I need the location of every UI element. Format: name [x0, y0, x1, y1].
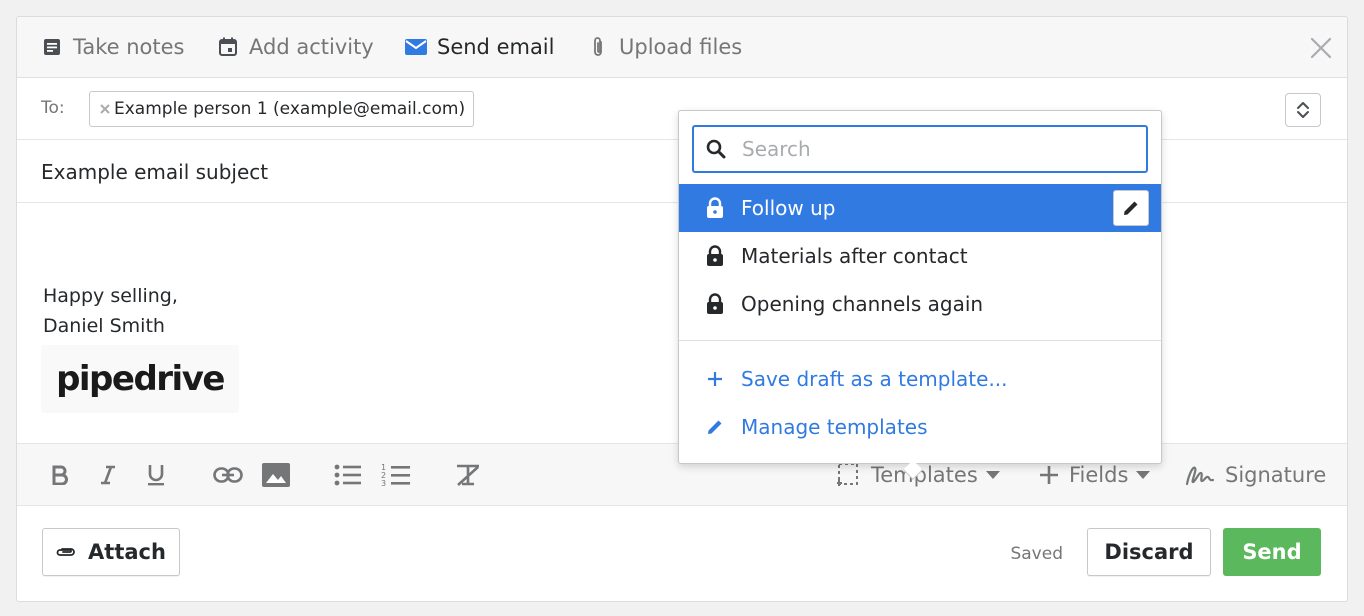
- notes-icon: [41, 36, 63, 58]
- italic-icon[interactable]: [93, 460, 123, 490]
- manage-templates-label: Manage templates: [741, 415, 928, 439]
- save-draft-as-template-link[interactable]: Save draft as a template...: [679, 357, 1161, 401]
- signature-button[interactable]: Signature: [1185, 458, 1326, 492]
- bullet-list-icon[interactable]: [333, 460, 363, 490]
- underline-icon[interactable]: [141, 460, 171, 490]
- templates-icon: [837, 462, 861, 488]
- bold-icon[interactable]: [45, 460, 75, 490]
- tab-label: Upload files: [619, 35, 743, 59]
- signature-line-2: Daniel Smith: [43, 315, 165, 337]
- clear-format-icon[interactable]: [453, 460, 483, 490]
- signature-line-1: Happy selling,: [43, 285, 178, 307]
- lock-icon: [705, 245, 725, 267]
- pipedrive-logo: pipedrive: [41, 345, 239, 413]
- pencil-icon: [705, 418, 725, 436]
- templates-dropdown: Follow up Materials after contact Openin…: [678, 110, 1162, 480]
- template-item-follow-up[interactable]: Follow up: [679, 184, 1161, 232]
- save-draft-label: Save draft as a template...: [741, 367, 1008, 391]
- paperclip-icon: [56, 546, 76, 558]
- discard-label: Discard: [1104, 540, 1194, 564]
- pencil-icon: [1122, 199, 1140, 217]
- templates-label: Templates: [871, 463, 978, 487]
- logo-text: pipedrive: [56, 359, 225, 399]
- edit-template-button[interactable]: [1113, 190, 1149, 226]
- close-icon[interactable]: [1309, 36, 1333, 60]
- fields-label: Fields: [1069, 463, 1129, 487]
- tab-upload-files[interactable]: Upload files: [587, 17, 742, 77]
- recipient-chip[interactable]: Example person 1 (example@email.com): [89, 91, 475, 127]
- plus-icon: [705, 371, 725, 387]
- svg-text:3: 3: [381, 479, 386, 487]
- template-search-input[interactable]: [742, 137, 1122, 161]
- dropdown-divider: [679, 340, 1161, 341]
- template-item-label: Materials after contact: [741, 244, 968, 268]
- template-item-label: Follow up: [741, 196, 836, 220]
- paperclip-icon: [587, 36, 609, 58]
- calendar-icon: [217, 36, 239, 58]
- search-icon: [706, 139, 726, 159]
- send-label: Send: [1242, 540, 1302, 564]
- composer-footer: Attach Saved Discard Send: [17, 506, 1347, 601]
- template-search-box[interactable]: [692, 125, 1148, 173]
- numbered-list-icon[interactable]: 123: [381, 460, 411, 490]
- subject-field[interactable]: Example email subject: [41, 160, 268, 184]
- manage-templates-link[interactable]: Manage templates: [679, 405, 1161, 449]
- chevron-up-down-icon: [1296, 100, 1310, 120]
- plus-icon: [1039, 465, 1059, 485]
- caret-down-icon: [1136, 471, 1151, 479]
- template-item-label: Opening channels again: [741, 292, 984, 316]
- envelope-icon: [405, 36, 427, 58]
- remove-recipient-icon[interactable]: [100, 104, 110, 114]
- tab-take-notes[interactable]: Take notes: [41, 17, 184, 77]
- lock-icon: [705, 197, 725, 219]
- signature-icon: [1185, 464, 1215, 486]
- tab-send-email[interactable]: Send email: [405, 17, 554, 77]
- caret-down-icon: [985, 471, 1000, 479]
- tab-label: Send email: [437, 35, 555, 59]
- expand-recipients-button[interactable]: [1285, 93, 1321, 127]
- signature-label: Signature: [1225, 463, 1327, 487]
- image-icon[interactable]: [261, 460, 291, 490]
- send-button[interactable]: Send: [1223, 528, 1321, 576]
- saved-status: Saved: [1010, 544, 1063, 564]
- tab-label: Take notes: [73, 35, 185, 59]
- template-item-materials-after-contact[interactable]: Materials after contact: [679, 232, 1161, 280]
- recipient-label: Example person 1 (example@email.com): [114, 99, 466, 119]
- attach-button[interactable]: Attach: [42, 528, 180, 576]
- lock-icon: [705, 293, 725, 315]
- to-label: To:: [41, 98, 65, 118]
- template-item-opening-channels-again[interactable]: Opening channels again: [679, 280, 1161, 328]
- link-icon[interactable]: [213, 460, 243, 490]
- tab-label: Add activity: [249, 35, 374, 59]
- attach-label: Attach: [88, 540, 166, 564]
- discard-button[interactable]: Discard: [1087, 528, 1211, 576]
- activity-tabs: Take notes Add activity Send email Uploa…: [17, 17, 1347, 78]
- tab-add-activity[interactable]: Add activity: [217, 17, 374, 77]
